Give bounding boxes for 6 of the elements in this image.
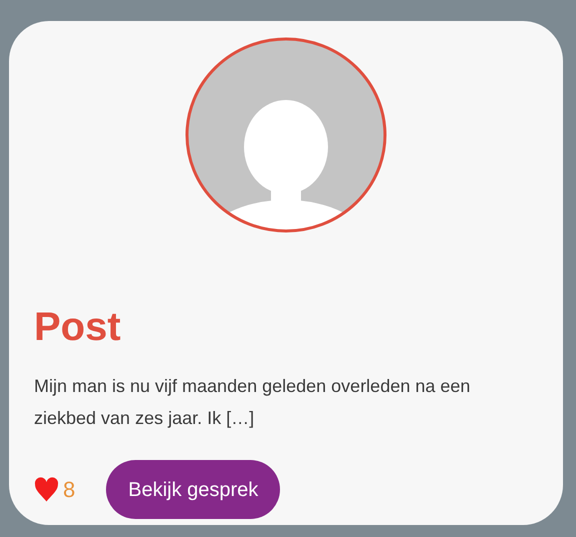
post-excerpt: Mijn man is nu vijf maanden geleden overleden na een ziekbed van zes jaar. Ik […] bbox=[34, 375, 472, 430]
like-count: 8 bbox=[63, 476, 76, 504]
view-conversation-button[interactable]: Bekijk gesprek bbox=[106, 460, 280, 519]
heart-icon[interactable] bbox=[34, 476, 59, 502]
post-title: Post bbox=[34, 304, 122, 351]
avatar-icon bbox=[185, 37, 387, 233]
